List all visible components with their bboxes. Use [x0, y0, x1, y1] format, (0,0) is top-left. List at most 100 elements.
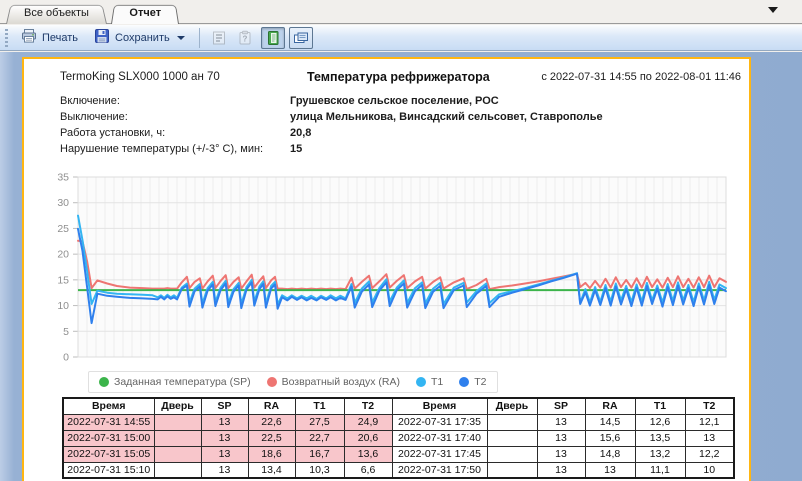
table-cell — [154, 414, 201, 430]
table-cell: 13,6 — [344, 446, 392, 462]
report-settings-button[interactable] — [207, 27, 231, 49]
table-header-cell: RA — [248, 398, 295, 414]
svg-text:0: 0 — [63, 352, 69, 364]
report-view-toggle-button[interactable] — [261, 27, 285, 49]
legend-color-dot — [99, 377, 109, 387]
table-cell: 13 — [537, 446, 585, 462]
table-cell: 13,2 — [635, 446, 685, 462]
print-button-label: Печать — [42, 32, 78, 44]
table-cell: 10,3 — [295, 462, 344, 478]
info-label: Выключение: — [60, 111, 285, 124]
table-cell: 2022-07-31 14:55 — [63, 414, 154, 430]
svg-text:20: 20 — [57, 249, 69, 261]
table-cell — [487, 446, 537, 462]
save-button-label: Сохранить — [115, 32, 170, 44]
svg-text:10: 10 — [57, 300, 69, 312]
legend-color-dot — [459, 377, 469, 387]
help-button[interactable]: ? — [233, 27, 257, 49]
table-header-cell: Дверь — [487, 398, 537, 414]
device-name: TermoKing SLX000 1000 ан 70 — [60, 71, 220, 83]
print-button[interactable]: Печать — [14, 25, 85, 50]
table-header-cell: T1 — [295, 398, 344, 414]
table-cell: 13 — [201, 446, 248, 462]
table-header-cell: T2 — [685, 398, 734, 414]
table-cell: 14,8 — [585, 446, 635, 462]
svg-text:15: 15 — [57, 274, 69, 286]
tab-all-objects-label: Все объекты — [24, 7, 89, 19]
tab-report[interactable]: Отчет — [111, 3, 179, 24]
table-cell: 11,1 — [635, 462, 685, 478]
legend-item: T1 — [416, 376, 443, 388]
page-layout-icon — [293, 30, 309, 46]
temperature-chart: 05101520253035 — [36, 169, 736, 371]
table-cell: 2022-07-31 17:35 — [392, 414, 487, 430]
table-cell: 22,7 — [295, 430, 344, 446]
save-button[interactable]: Сохранить — [87, 25, 192, 50]
tab-list-dropdown-icon[interactable] — [768, 7, 778, 13]
legend-item: T2 — [459, 376, 486, 388]
table-cell: 13 — [537, 462, 585, 478]
table-cell: 13 — [537, 414, 585, 430]
legend-label: Заданная температура (SP) — [114, 376, 251, 388]
table-cell: 10 — [685, 462, 734, 478]
table-cell: 13 — [685, 430, 734, 446]
legend-color-dot — [267, 377, 277, 387]
table-header-cell: T1 — [635, 398, 685, 414]
toolbar: Печать Сохранить ? — [0, 25, 802, 51]
info-label: Работа установки, ч: — [60, 127, 285, 140]
page-layout-toggle-button[interactable] — [289, 27, 313, 49]
table-header-row: ВремяДверьSPRAT1T2ВремяДверьSPRAT1T2 — [63, 398, 734, 414]
report-title: Температура рефрижератора — [307, 70, 490, 84]
table-cell: 22,6 — [248, 414, 295, 430]
table-row: 2022-07-31 15:101313,410,36,62022-07-31 … — [63, 462, 734, 478]
help-icon: ? — [237, 30, 253, 46]
report-view-icon — [265, 30, 281, 46]
table-header-cell: SP — [201, 398, 248, 414]
table-cell: 2022-07-31 17:40 — [392, 430, 487, 446]
svg-text:5: 5 — [63, 326, 69, 338]
table-cell: 13,4 — [248, 462, 295, 478]
report-page: TermoKing SLX000 1000 ан 70 Температура … — [22, 57, 751, 481]
info-value: 15 — [290, 143, 730, 156]
table-cell: 6,6 — [344, 462, 392, 478]
table-row: 2022-07-31 14:551322,627,524,92022-07-31… — [63, 414, 734, 430]
report-period: с 2022-07-31 14:55 по 2022-08-01 11:46 — [541, 71, 741, 83]
save-icon — [94, 28, 110, 47]
save-dropdown-caret-icon[interactable] — [177, 36, 185, 40]
table-cell — [487, 430, 537, 446]
tab-all-objects[interactable]: Все объекты — [6, 3, 107, 24]
table-header-cell: RA — [585, 398, 635, 414]
report-settings-icon — [211, 30, 227, 46]
legend-item: Возвратный воздух (RA) — [267, 376, 400, 388]
table-cell: 13 — [537, 430, 585, 446]
table-cell: 13 — [201, 414, 248, 430]
table-cell: 13,5 — [635, 430, 685, 446]
info-row-hours: Работа установки, ч: 20,8 — [60, 127, 285, 140]
table-cell: 13 — [201, 430, 248, 446]
chart-legend: Заданная температура (SP) Возвратный возд… — [88, 371, 498, 393]
legend-label: T2 — [474, 376, 486, 388]
info-value: улица Мельникова, Винсадский сельсовет, … — [290, 111, 730, 124]
legend-label: Возвратный воздух (RA) — [282, 376, 400, 388]
toolbar-grip-handle[interactable] — [5, 29, 8, 47]
info-value: Грушевское сельское поселение, РОС — [290, 95, 730, 108]
svg-text:35: 35 — [57, 172, 69, 184]
info-value: 20,8 — [290, 127, 730, 140]
table-cell: 2022-07-31 15:00 — [63, 430, 154, 446]
table-row: 2022-07-31 15:001322,522,720,62022-07-31… — [63, 430, 734, 446]
table-cell: 22,5 — [248, 430, 295, 446]
table-cell — [154, 446, 201, 462]
table-cell: 18,6 — [248, 446, 295, 462]
table-cell — [154, 430, 201, 446]
table-cell: 2022-07-31 17:50 — [392, 462, 487, 478]
print-icon — [21, 28, 37, 47]
legend-label: T1 — [431, 376, 443, 388]
table-cell: 12,1 — [685, 414, 734, 430]
table-cell: 27,5 — [295, 414, 344, 430]
readings-table: ВремяДверьSPRAT1T2ВремяДверьSPRAT1T22022… — [62, 397, 735, 479]
table-cell: 13 — [201, 462, 248, 478]
table-header-cell: Время — [63, 398, 154, 414]
legend-color-dot — [416, 377, 426, 387]
table-cell: 14,5 — [585, 414, 635, 430]
svg-text:30: 30 — [57, 197, 69, 209]
